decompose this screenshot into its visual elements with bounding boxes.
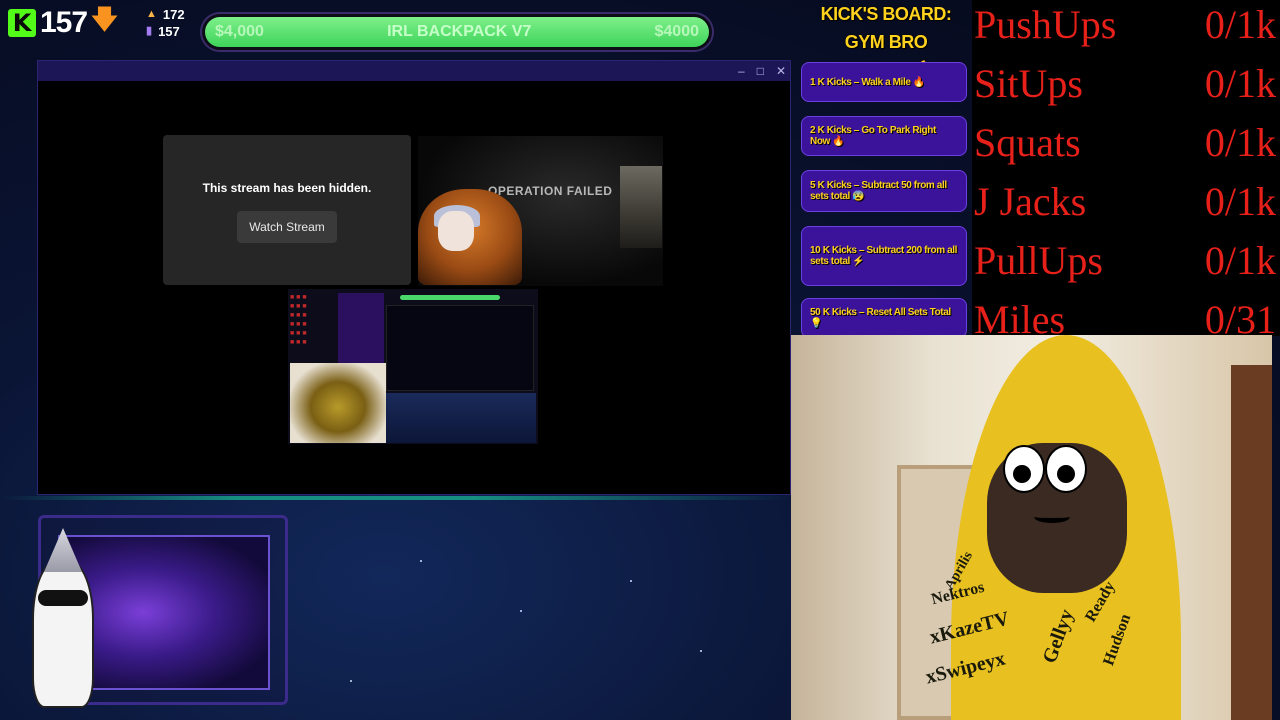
kick-reward-label: 1 K Kicks – Walk a Mile 🔥 (810, 76, 925, 88)
kick-reward-label: 5 K Kicks – Subtract 50 from all sets to… (810, 180, 947, 202)
glow-divider (0, 496, 791, 500)
raccoon-mascot (32, 560, 94, 708)
exercise-name: Squats (974, 119, 1081, 165)
stat-a: 172 (162, 7, 185, 22)
kick-reward-card: 50 K Kicks – Reset All Sets Total 💡 (801, 298, 967, 338)
kick-follower-stat: K 157 🡇 (8, 4, 118, 42)
down-arrow-icon: 🡇 (91, 4, 118, 34)
nested-space-bg (386, 393, 536, 443)
kicks-board-title: KICK'S BOARD: GYM BRO EDITION 💪 (800, 0, 972, 80)
captured-window: – □ ✕ This stream has been hidden. Watch… (37, 60, 791, 495)
mini-stats: ▲ 172 ▮ 157 (146, 6, 185, 40)
goal-text: $4,000 IRL BACKPACK V7 $4000 (205, 17, 709, 47)
kick-logo-icon: K (8, 9, 36, 37)
workout-row: SitUps 0/1k (974, 53, 1280, 113)
kick-reward-label: 50 K Kicks – Reset All Sets Total 💡 (810, 307, 951, 329)
nested-workout-list: ■ ■ ■ ■ ■ ■ ■ ■ ■ ■ ■ ■ ■ ■ ■ ■ ■ ■ (290, 294, 307, 346)
goal-right-label: $4000 (654, 23, 700, 40)
bars-icon: ▮ (146, 25, 153, 37)
exercise-count: 0/1k (1204, 119, 1276, 165)
star-decoration (630, 580, 632, 582)
maximize-button[interactable]: □ (757, 64, 764, 78)
close-button[interactable]: ✕ (776, 64, 786, 78)
vtuber-face (438, 211, 474, 251)
workout-row: PullUps 0/1k (974, 230, 1280, 290)
door-frame (1231, 365, 1272, 720)
exercise-count: 0/1k (1204, 1, 1276, 47)
nested-board (338, 293, 384, 363)
operation-failed-banner: OPERATION FAILED (488, 184, 613, 198)
kick-reward-card: 1 K Kicks – Walk a Mile 🔥 (801, 62, 967, 102)
goal-left-label: $4,000 (215, 23, 264, 40)
googly-eye-right (1045, 445, 1087, 493)
workout-board: PushUps 0/1k SitUps 0/1k Squats 0/1k J Jack… (972, 0, 1280, 342)
kick-reward-card: 2 K Kicks – Go To Park Right Now 🔥 (801, 116, 967, 156)
kick-reward-card: 5 K Kicks – Subtract 50 from all sets to… (801, 170, 967, 212)
workout-row: PushUps 0/1k (974, 0, 1280, 54)
watch-stream-button[interactable]: Watch Stream (237, 211, 337, 243)
mustache (1034, 511, 1070, 523)
pupil (1013, 465, 1031, 483)
star-decoration (700, 650, 702, 652)
person-icon: ▲ (146, 8, 157, 20)
hidden-stream-card: This stream has been hidden. Watch Strea… (163, 135, 411, 285)
board-title-line1: KICK'S BOARD: GYM BRO (820, 4, 952, 52)
exercise-name: PushUps (974, 1, 1117, 47)
nested-goal-bar (400, 295, 500, 300)
pupil (1057, 465, 1075, 483)
window-titlebar: – □ ✕ (38, 61, 790, 81)
nested-webcam (290, 363, 386, 443)
minimize-button[interactable]: – (738, 64, 745, 78)
workout-row: Squats 0/1k (974, 112, 1280, 172)
exercise-count: 0/1k (1204, 237, 1276, 283)
stream-overlay: K 157 🡇 ▲ 172 ▮ 157 $4,000 IRL BACKPACK V7… (0, 0, 1280, 720)
kick-reward-card: 10 K Kicks – Subtract 200 from all sets … (801, 226, 967, 286)
stat-b: 157 (158, 24, 180, 39)
star-decoration (350, 680, 352, 682)
googly-eye-left (1003, 445, 1045, 493)
kick-reward-label: 2 K Kicks – Go To Park Right Now 🔥 (810, 125, 936, 147)
raccoon-mask (38, 590, 88, 606)
workout-row: J Jacks 0/1k (974, 171, 1280, 231)
exercise-count: 0/1k (1204, 178, 1276, 224)
donation-goal-bar: $4,000 IRL BACKPACK V7 $4000 (202, 14, 712, 50)
webcam-feed: xKazeTV xSwipeyx Nektros Gellyy Aprilis … (791, 335, 1272, 720)
nested-window (386, 305, 534, 391)
kick-reward-label: 10 K Kicks – Subtract 200 from all sets … (810, 245, 958, 267)
exercise-name: J Jacks (974, 178, 1087, 224)
star-decoration (520, 610, 522, 612)
exercise-count: 0/1k (1204, 60, 1276, 106)
follower-count: 157 (40, 6, 88, 39)
goal-title: IRL BACKPACK V7 (387, 23, 532, 40)
exercise-name: SitUps (974, 60, 1083, 106)
star-decoration (420, 560, 422, 562)
exercise-name: PullUps (974, 237, 1103, 283)
hidden-stream-message: This stream has been hidden. (202, 181, 372, 195)
soldier-image (620, 166, 662, 248)
